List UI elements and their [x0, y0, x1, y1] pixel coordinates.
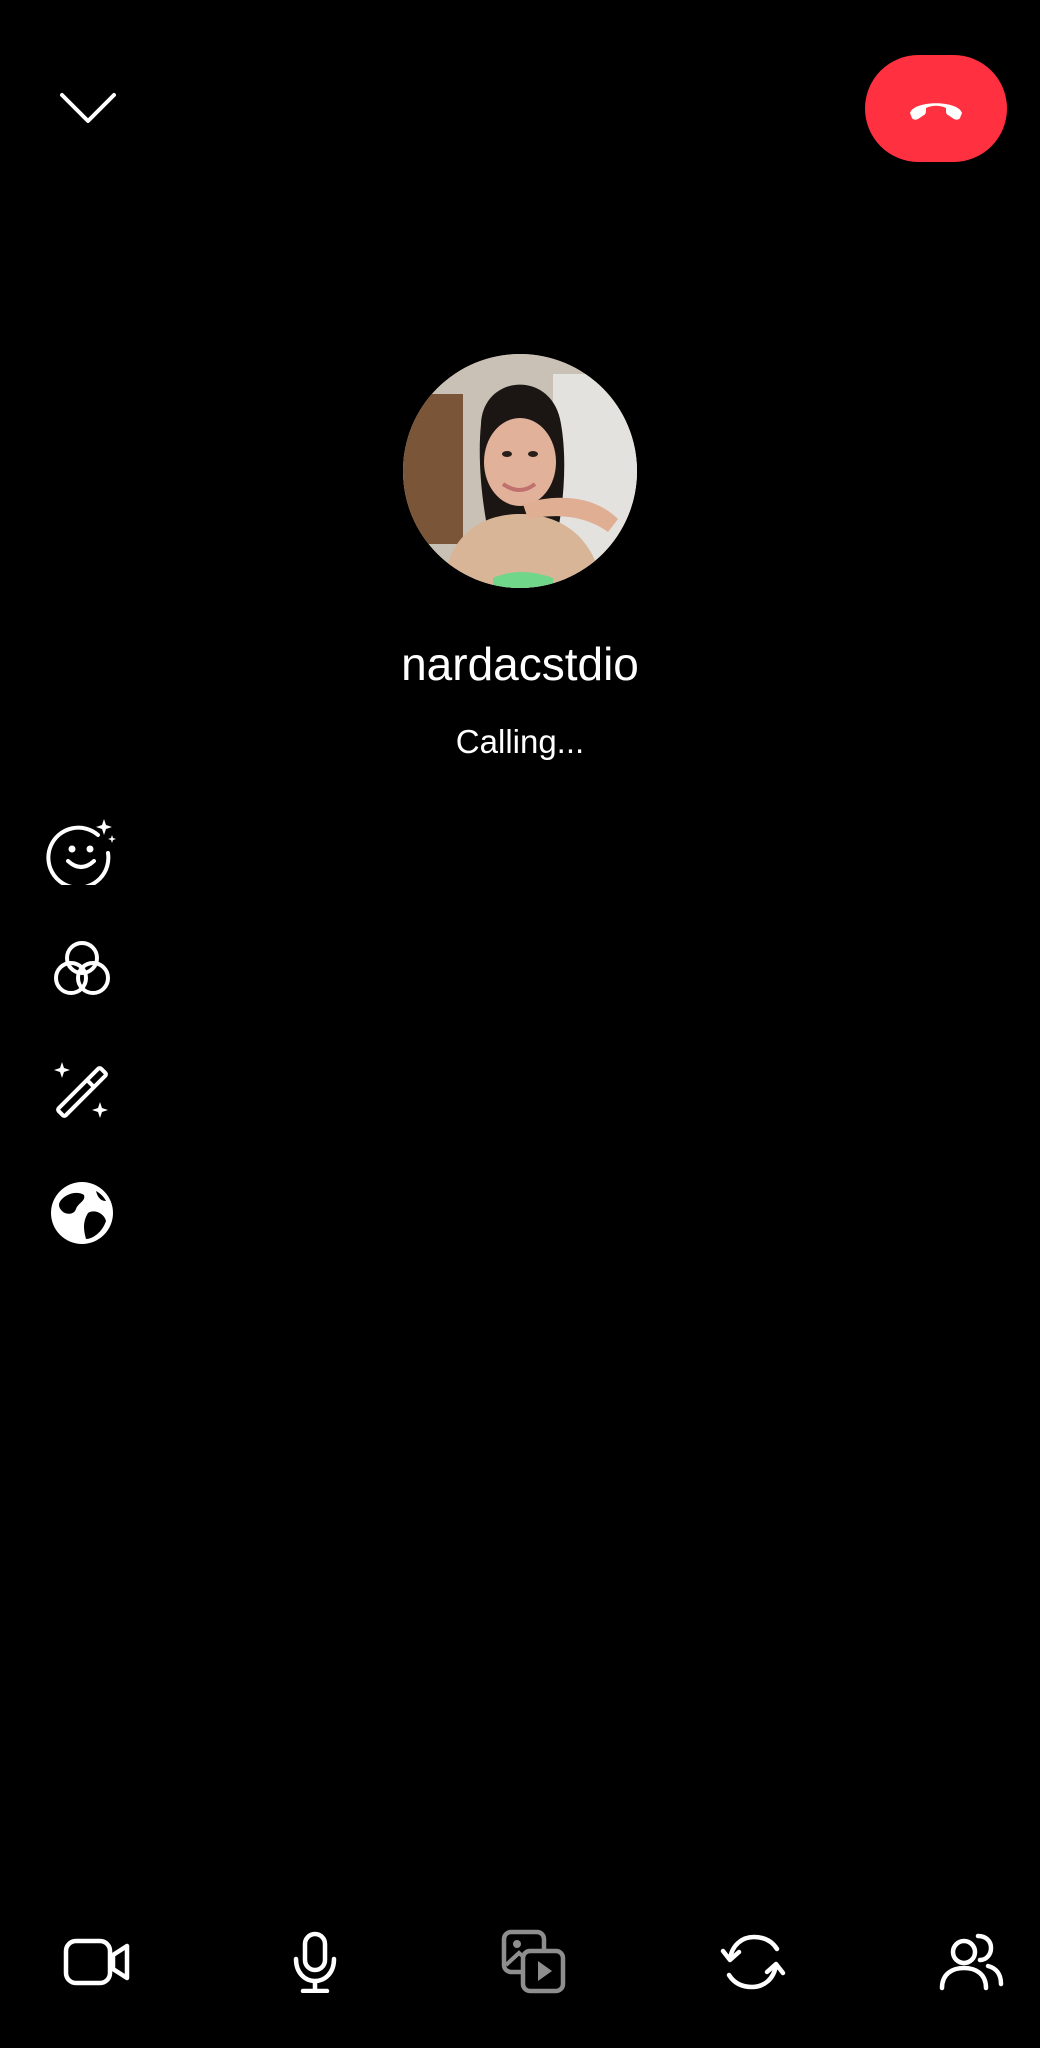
call-status: Calling...	[455, 723, 585, 760]
face-effects-button[interactable]	[40, 807, 124, 891]
add-people-icon	[939, 1933, 1004, 1991]
caller-name: nardacstdio	[401, 638, 639, 690]
minimize-call-button[interactable]	[50, 80, 125, 135]
globe-icon	[51, 1182, 113, 1244]
caller-avatar	[403, 354, 637, 588]
share-media-button[interactable]	[489, 1922, 579, 2002]
face-sparkle-icon	[46, 819, 116, 885]
filters-icon	[54, 941, 110, 995]
microphone-icon	[293, 1931, 337, 1993]
magic-effects-button[interactable]	[40, 1050, 124, 1134]
flip-camera-button[interactable]	[708, 1922, 798, 2002]
microphone-toggle-button[interactable]	[270, 1922, 360, 2002]
add-people-button[interactable]	[926, 1922, 1016, 2002]
filters-button[interactable]	[40, 928, 124, 1012]
end-call-button[interactable]	[865, 55, 1007, 162]
backgrounds-button[interactable]	[40, 1171, 124, 1255]
chevron-down-icon	[59, 92, 116, 123]
media-share-icon	[501, 1929, 566, 1994]
phone-hangup-icon	[910, 102, 962, 120]
flip-camera-icon	[720, 1934, 786, 1990]
video-camera-icon	[63, 1938, 130, 1986]
video-toggle-button[interactable]	[52, 1922, 142, 2002]
magic-wand-icon	[54, 1062, 108, 1118]
